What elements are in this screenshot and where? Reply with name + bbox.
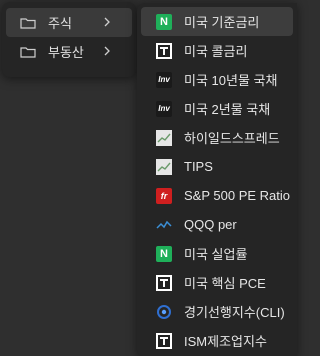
- submenu-item-call-rate[interactable]: 미국 콜금리: [141, 36, 293, 65]
- menu-item-stocks[interactable]: 주식: [6, 8, 132, 37]
- submenu-item-us-10y[interactable]: Inv 미국 10년물 국채: [141, 65, 293, 94]
- submenu-item-label: 미국 2년물 국채: [184, 102, 271, 117]
- chart-icon: [156, 129, 172, 146]
- submenu-item-qqq-per[interactable]: QQQ per: [141, 210, 293, 239]
- n-logo-icon: N: [156, 13, 172, 30]
- submenu-item-label: 하이일드스프레드: [184, 131, 280, 146]
- submenu-item-unemployment[interactable]: N 미국 실업률: [141, 239, 293, 268]
- folder-icon: [20, 46, 36, 58]
- submenu-item-fed-rate[interactable]: N 미국 기준금리: [141, 7, 293, 36]
- te-logo-icon: [156, 332, 172, 349]
- submenu-item-sp500-pe[interactable]: fr S&P 500 PE Ratio: [141, 181, 293, 210]
- investing-logo-icon: Inv: [156, 71, 172, 88]
- submenu-item-core-pce[interactable]: 미국 핵심 PCE: [141, 268, 293, 297]
- line-chart-icon: [156, 217, 172, 233]
- submenu-item-high-yield-spread[interactable]: 하이일드스프레드: [141, 123, 293, 152]
- submenu-item-tips[interactable]: TIPS: [141, 152, 293, 181]
- submenu-item-label: 미국 콜금리: [184, 44, 248, 59]
- te-logo-icon: [156, 42, 172, 59]
- fred-logo-icon: fr: [156, 187, 172, 204]
- menu-item-label: 부동산: [48, 45, 84, 60]
- submenu-item-label: QQQ per: [184, 217, 237, 232]
- submenu-item-ism[interactable]: ISM제조업지수: [141, 326, 293, 355]
- submenu: N 미국 기준금리 미국 콜금리 Inv 미국 10년물 국채 Inv 미국 2…: [137, 3, 297, 356]
- menu-item-label: 주식: [48, 16, 72, 31]
- te-logo-icon: [156, 274, 172, 291]
- n-logo-icon: N: [156, 245, 172, 262]
- submenu-item-label: TIPS: [184, 159, 213, 174]
- submenu-item-label: 미국 실업률: [184, 247, 248, 262]
- submenu-item-label: 경기선행지수(CLI): [184, 305, 285, 320]
- submenu-item-label: 미국 핵심 PCE: [184, 276, 266, 291]
- submenu-item-label: 미국 10년물 국채: [184, 73, 278, 88]
- submenu-item-cli[interactable]: 경기선행지수(CLI): [141, 297, 293, 326]
- chevron-right-icon: [104, 46, 110, 56]
- submenu-item-label: 미국 기준금리: [184, 15, 260, 30]
- menu-item-real-estate[interactable]: 부동산: [6, 37, 132, 66]
- folder-icon: [20, 17, 36, 29]
- submenu-item-us-2y[interactable]: Inv 미국 2년물 국채: [141, 94, 293, 123]
- submenu-item-label: ISM제조업지수: [184, 334, 267, 349]
- chart-icon: [156, 158, 172, 175]
- chevron-right-icon: [104, 17, 110, 27]
- submenu-item-label: S&P 500 PE Ratio: [184, 188, 290, 203]
- investing-logo-icon: Inv: [156, 100, 172, 117]
- oecd-logo-icon: [156, 304, 172, 320]
- context-menu: 주식 부동산: [2, 2, 136, 77]
